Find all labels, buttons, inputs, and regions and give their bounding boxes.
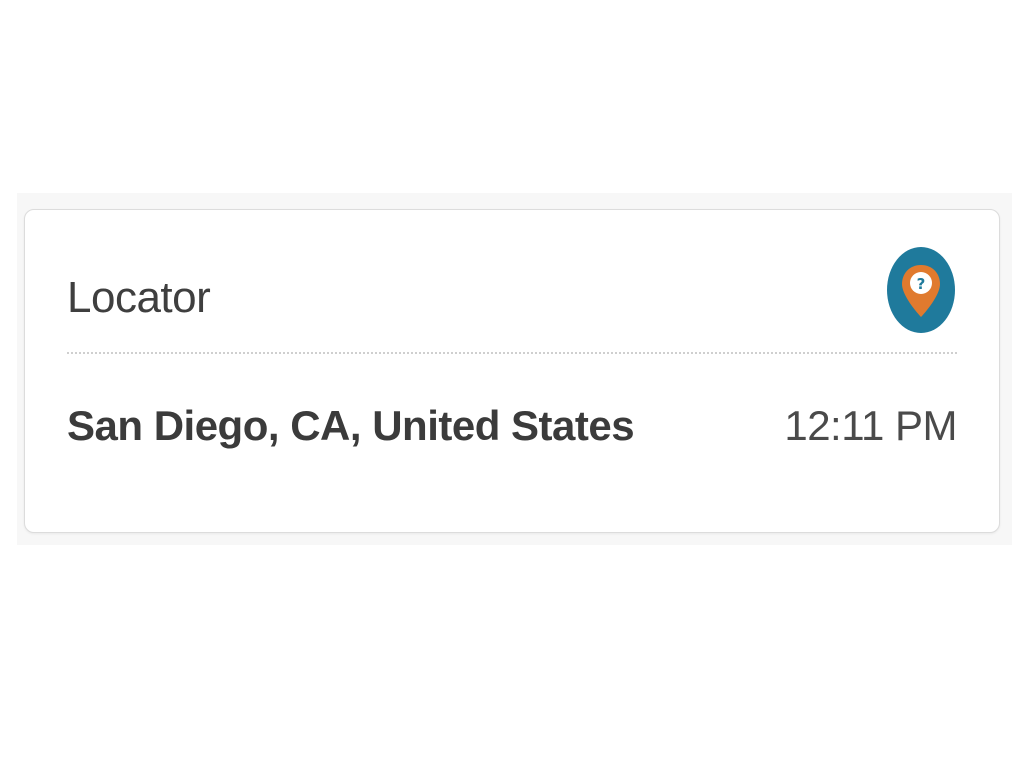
title-divider xyxy=(67,352,957,354)
local-time: 12:11 PM xyxy=(784,402,957,449)
svg-text:?: ? xyxy=(917,275,926,293)
map-pin-graphic: ? xyxy=(902,265,940,317)
widget-title: Locator xyxy=(67,273,211,322)
map-pin-icon[interactable]: ? xyxy=(887,247,955,333)
locator-widget-card[interactable]: Locator ? San Diego, CA, United States 1… xyxy=(24,209,1000,533)
location-name: San Diego, CA, United States xyxy=(67,402,635,449)
widget-frame: Locator ? San Diego, CA, United States 1… xyxy=(17,193,1012,545)
